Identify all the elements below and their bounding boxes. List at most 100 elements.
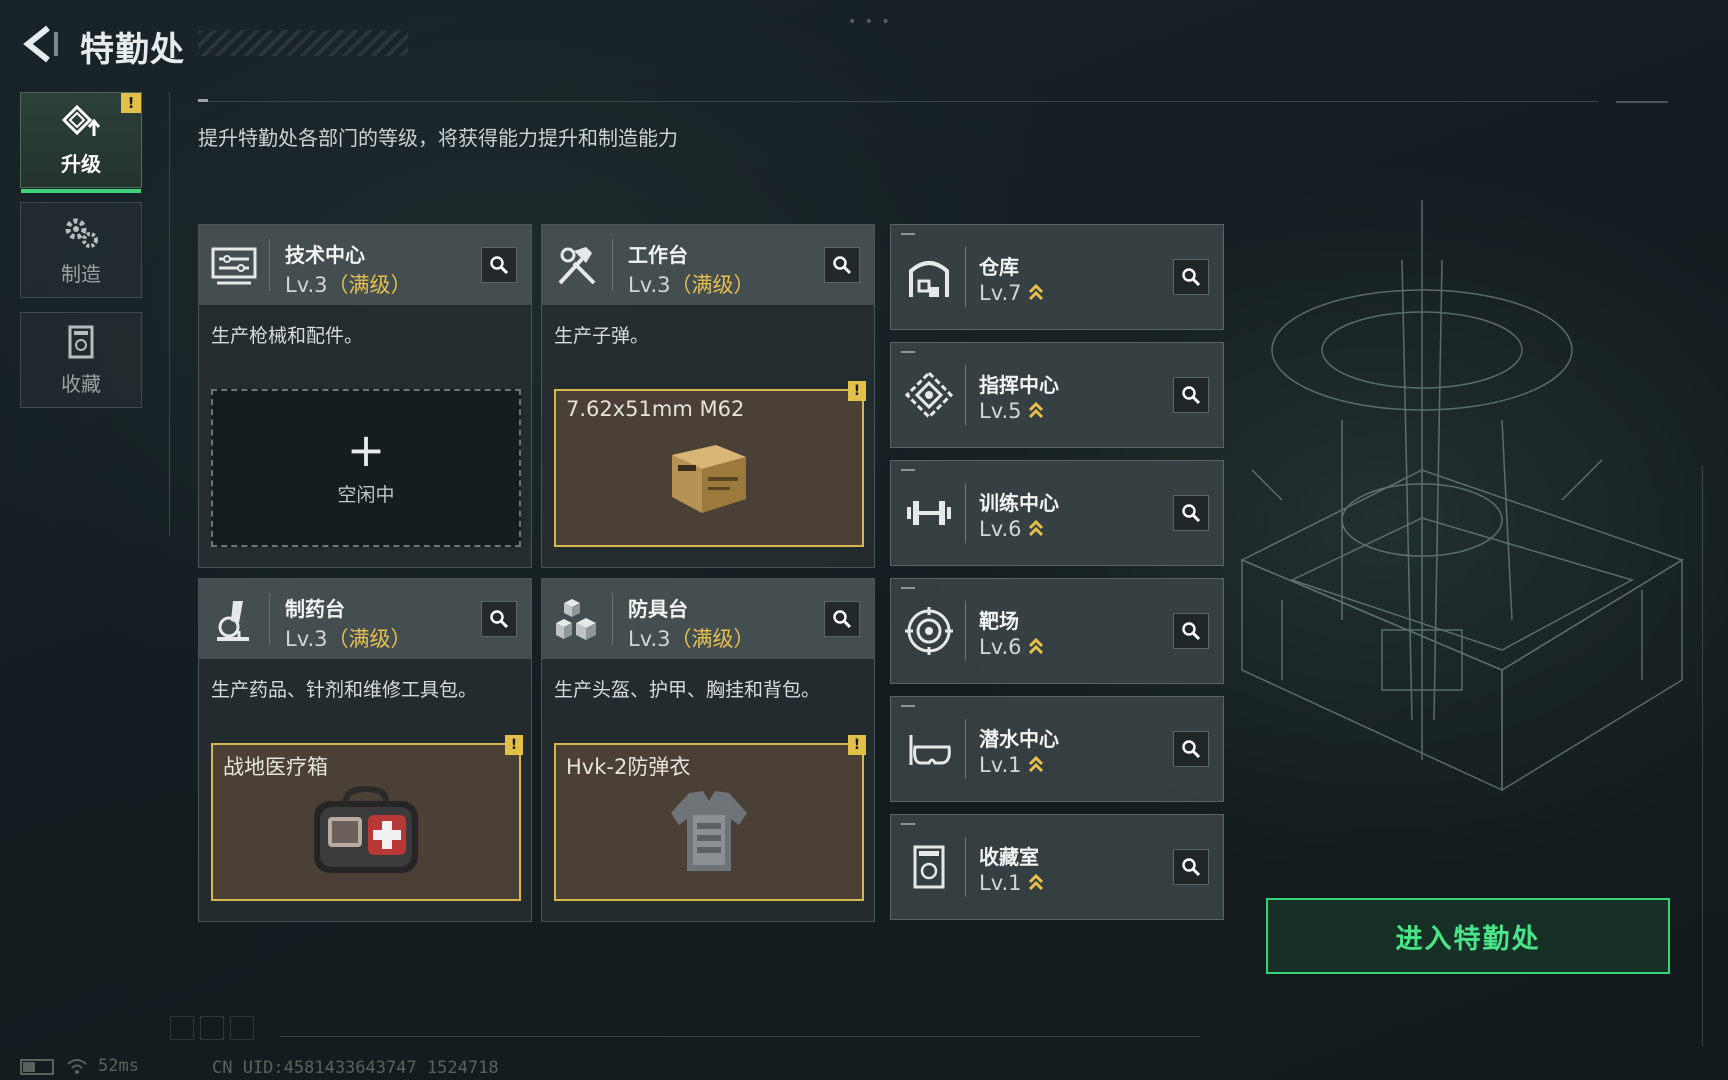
search-button[interactable] [824, 247, 860, 283]
divider [1702, 466, 1703, 1046]
collection-room-icon [913, 845, 945, 889]
card-pharmacy: 制药台 Lv.3（满级） 生产药品、针剂和维修工具包。 战地医疗箱 ! [198, 578, 532, 922]
item-name: Hvk-2防弹衣 [566, 755, 691, 779]
level-text: Lv.6 [979, 517, 1022, 541]
search-button[interactable] [1173, 731, 1209, 767]
tab-upgrade[interactable]: 升级 ! [20, 92, 142, 193]
gears-icon [65, 218, 98, 248]
search-button[interactable] [1173, 377, 1209, 413]
search-icon [1182, 504, 1201, 523]
level-text: Lv.3 [285, 627, 328, 651]
collection-icon [68, 325, 94, 358]
department-level: Lv.5 [979, 399, 1044, 423]
warehouse-icon [909, 261, 949, 297]
separator [612, 239, 613, 291]
tab-craft[interactable]: 制造 [20, 202, 142, 298]
back-arrow-icon[interactable] [20, 24, 60, 64]
department-row-training-center[interactable]: 训练中心 Lv.6 [890, 460, 1224, 566]
department-level: Lv.6 [979, 635, 1044, 659]
base-building-illustration [1240, 200, 1684, 792]
ammo-box-icon [672, 445, 746, 513]
tab-label: 制造 [61, 261, 101, 286]
department-name: 工作台 [628, 243, 688, 267]
search-icon [1182, 858, 1201, 877]
search-icon [490, 256, 509, 275]
separator [269, 593, 270, 645]
card-header: 技术中心 Lv.3（满级） [199, 225, 531, 305]
department-name: 指挥中心 [979, 373, 1059, 397]
hammer-wrench-icon [558, 247, 596, 285]
card-header: 防具台 Lv.3（满级） [542, 579, 874, 659]
max-level-tag: （满级） [670, 627, 755, 651]
department-level: Lv.1 [979, 871, 1044, 895]
department-name: 防具台 [628, 597, 688, 621]
diving-mask-icon [909, 735, 951, 765]
department-level: Lv.3（满级） [285, 623, 412, 653]
page-subtitle: 提升特勤处各部门的等级，将获得能力提升和制造能力 [198, 126, 678, 150]
warning-badge: ! [121, 93, 141, 113]
uid-label: CN UID:4581433643747 1524718 [212, 1058, 499, 1078]
production-slot-item[interactable]: Hvk-2防弹衣 ! [554, 735, 866, 901]
separator [612, 593, 613, 645]
divider [169, 92, 170, 536]
department-name: 仓库 [979, 255, 1019, 279]
search-button[interactable] [1173, 495, 1209, 531]
department-row-diving-center[interactable]: 潜水中心 Lv.1 [890, 696, 1224, 802]
level-text: Lv.5 [979, 399, 1022, 423]
max-level-tag: （满级） [327, 627, 412, 651]
search-button[interactable] [481, 247, 517, 283]
separator [965, 719, 966, 779]
warning-badge: ! [848, 381, 866, 401]
max-level-tag: （满级） [327, 273, 412, 297]
body-armor-icon [671, 791, 747, 871]
card-armor-bench: 防具台 Lv.3（满级） 生产头盔、护甲、胸挂和背包。 Hvk-2防弹衣 ! [541, 578, 875, 922]
cubes-icon [556, 599, 596, 640]
separator [965, 483, 966, 543]
search-icon [490, 610, 509, 629]
production-slot-item[interactable]: 7.62x51mm M62 ! [554, 381, 866, 547]
level-text: Lv.1 [979, 753, 1022, 777]
search-button[interactable] [824, 601, 860, 637]
department-description: 生产枪械和配件。 [211, 325, 364, 347]
microscope-icon [217, 601, 249, 641]
search-button[interactable] [1173, 849, 1209, 885]
department-description: 生产头盔、护甲、胸挂和背包。 [554, 679, 821, 701]
search-button[interactable] [1173, 613, 1209, 649]
search-icon [1182, 268, 1201, 287]
tab-collection[interactable]: 收藏 [20, 312, 142, 408]
title-decoration [198, 30, 408, 56]
department-level: Lv.3（满级） [285, 269, 412, 299]
department-row-shooting-range[interactable]: 靶场 Lv.6 [890, 578, 1224, 684]
department-level: Lv.3（满级） [628, 269, 755, 299]
production-slot-empty[interactable]: + 空闲中 [211, 389, 521, 547]
ping-readout: 52ms [98, 1056, 139, 1076]
department-row-warehouse[interactable]: 仓库 Lv.7 [890, 224, 1224, 330]
department-level: Lv.1 [979, 753, 1044, 777]
upgrade-chevron-icon [1028, 637, 1043, 655]
production-slot-item[interactable]: 战地医疗箱 ! [211, 735, 523, 901]
page-title: 特勤处 [80, 30, 185, 70]
target-icon [905, 607, 953, 655]
card-workbench: 工作台 Lv.3（满级） 生产子弹。 7.62x51mm M62 ! [541, 224, 875, 568]
department-description: 生产子弹。 [554, 325, 650, 347]
status-bar: 52ms [20, 1056, 153, 1076]
item-name: 战地医疗箱 [223, 755, 328, 779]
search-icon [833, 256, 852, 275]
search-button[interactable] [481, 601, 517, 637]
department-row-collection-room[interactable]: 收藏室 Lv.1 [890, 814, 1224, 920]
department-row-command-center[interactable]: 指挥中心 Lv.5 [890, 342, 1224, 448]
search-icon [1182, 740, 1201, 759]
separator [965, 837, 966, 897]
card-tech-center: 技术中心 Lv.3（满级） 生产枪械和配件。 + 空闲中 [198, 224, 532, 568]
level-text: Lv.3 [285, 273, 328, 297]
tab-label: 收藏 [61, 371, 101, 396]
separator [965, 365, 966, 425]
department-name: 训练中心 [979, 491, 1059, 515]
search-button[interactable] [1173, 259, 1209, 295]
upgrade-chevron-icon [1028, 519, 1043, 537]
warning-badge: ! [505, 735, 523, 755]
decor-square [230, 1016, 254, 1040]
enter-special-ops-button[interactable]: 进入特勤处 [1266, 898, 1670, 974]
level-text: Lv.7 [979, 281, 1022, 305]
tab-label: 升级 [61, 151, 101, 176]
